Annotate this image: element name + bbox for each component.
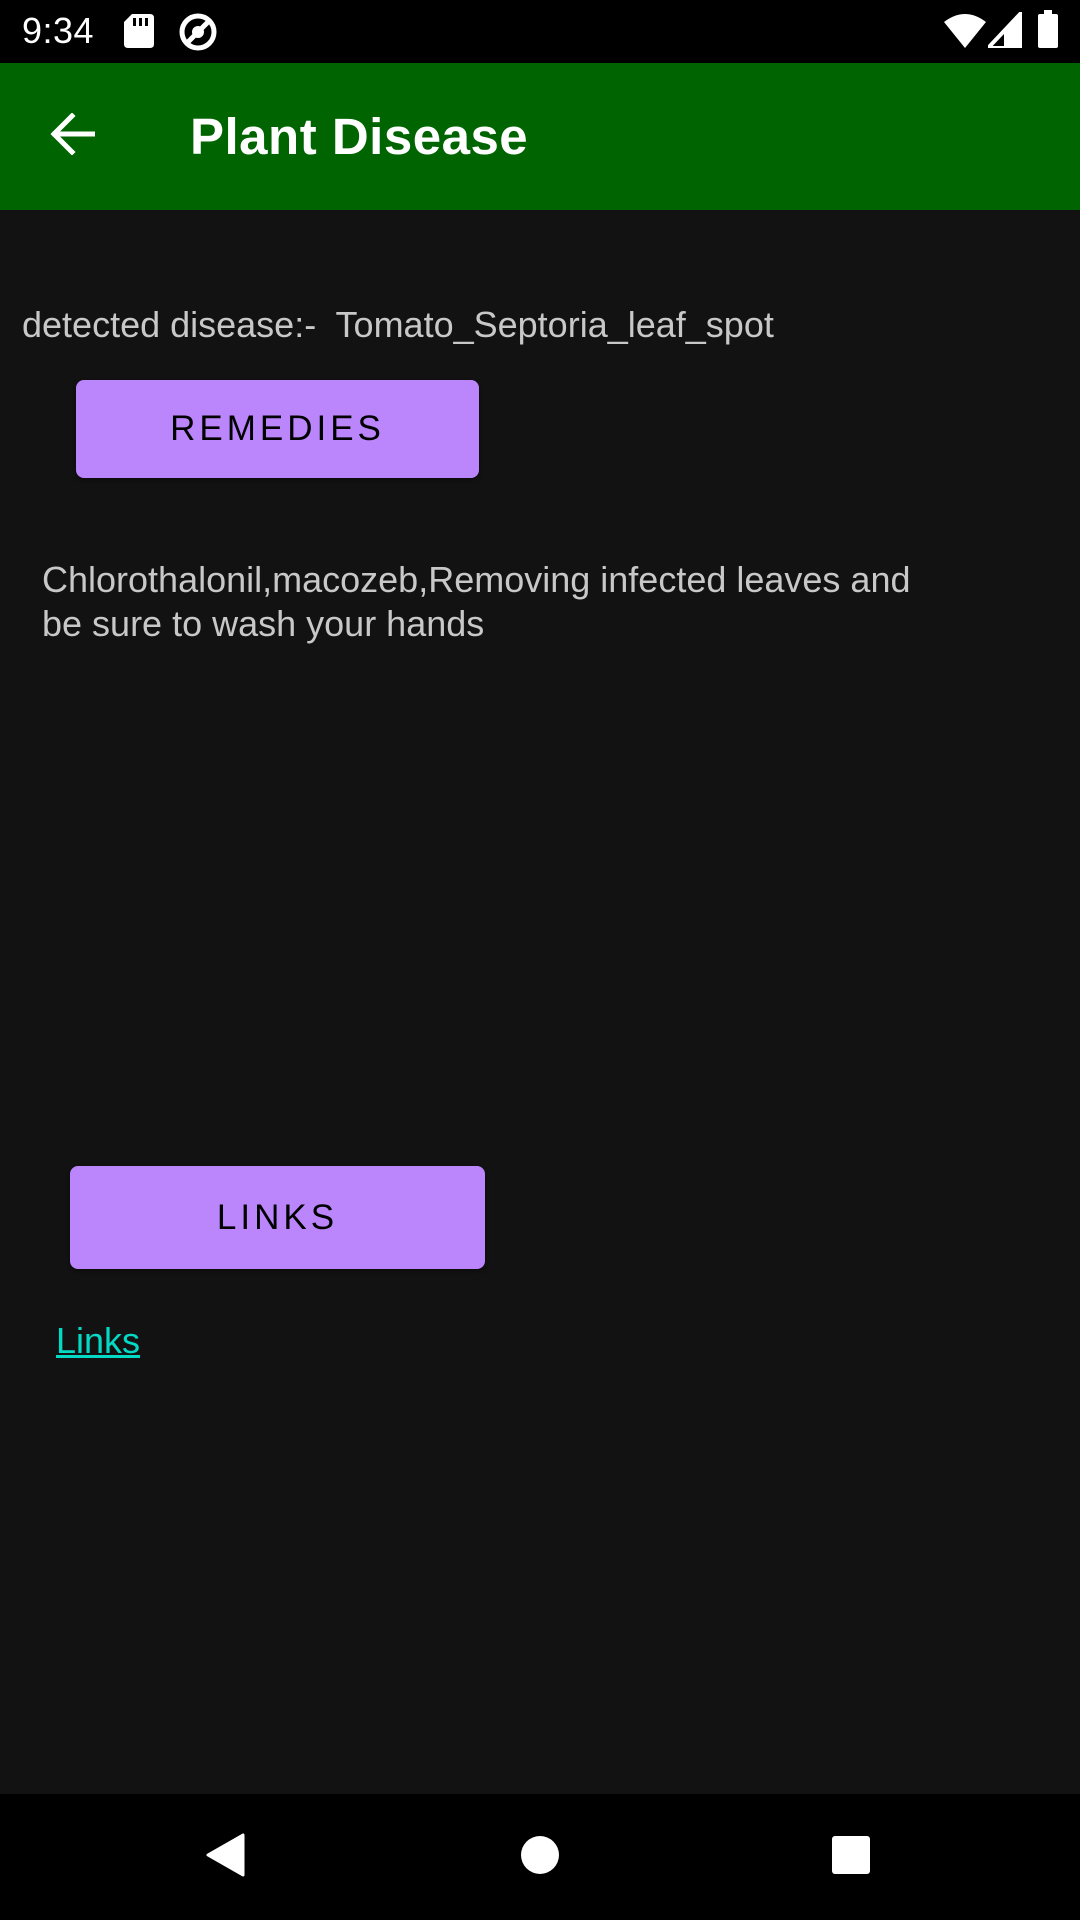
detected-disease-label: detected disease:- bbox=[22, 304, 317, 345]
links-button[interactable]: LINKS bbox=[70, 1166, 485, 1269]
detected-disease-value: Tomato_Septoria_leaf_spot bbox=[335, 304, 774, 345]
remedies-button[interactable]: REMEDIES bbox=[76, 380, 479, 478]
detected-disease-row: detected disease:- Tomato_Septoria_leaf_… bbox=[22, 302, 774, 348]
page-title: Plant Disease bbox=[190, 108, 529, 165]
app-bar: Plant Disease bbox=[0, 63, 1080, 210]
back-button[interactable] bbox=[34, 103, 110, 169]
wifi-icon bbox=[944, 12, 986, 52]
nav-back-button[interactable] bbox=[185, 1817, 265, 1897]
navigation-bar bbox=[0, 1794, 1080, 1920]
status-bar: 9:34 bbox=[0, 0, 1080, 63]
vpn-key-icon bbox=[178, 12, 218, 52]
arrow-back-icon bbox=[49, 111, 96, 160]
nav-home-button[interactable] bbox=[500, 1817, 580, 1897]
cellular-signal-icon bbox=[986, 10, 1024, 52]
back-triangle-icon bbox=[205, 1833, 245, 1882]
remedy-text: Chlorothalonil,macozeb,Removing infected… bbox=[42, 559, 911, 644]
sd-card-icon bbox=[124, 14, 154, 54]
recents-square-icon bbox=[831, 1835, 871, 1880]
nav-recents-button[interactable] bbox=[811, 1817, 891, 1897]
links-link[interactable]: Links bbox=[56, 1318, 140, 1364]
battery-icon bbox=[1038, 10, 1058, 50]
home-circle-icon bbox=[520, 1835, 560, 1880]
status-time: 9:34 bbox=[22, 10, 95, 51]
